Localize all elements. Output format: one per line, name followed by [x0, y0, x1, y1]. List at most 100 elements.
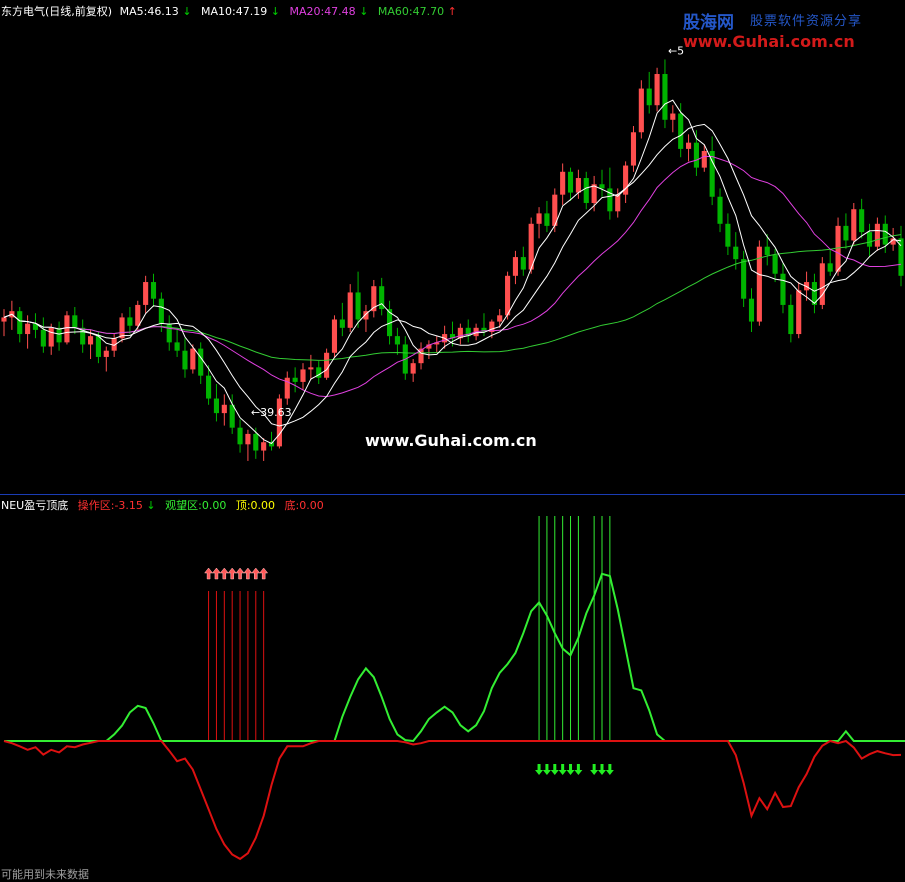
top-label: 顶:0.00 [235, 499, 276, 512]
candle-body [505, 275, 511, 316]
sell-arrow-icon [605, 764, 614, 775]
candle-body [497, 315, 503, 322]
op-zone-label: 操作区:-3.15 [77, 499, 143, 512]
low-price-annotation: ←39.63 [251, 406, 292, 419]
sell-arrow-icon [598, 764, 606, 775]
buy-arrow-icon [235, 567, 245, 580]
sell-arrow-icon [558, 764, 567, 775]
candle-body [520, 257, 526, 270]
candle-body [827, 263, 833, 272]
candle-body [198, 348, 204, 376]
candle-body [25, 323, 31, 335]
candle-body [213, 398, 220, 414]
candle-body [127, 317, 133, 326]
candle-body [748, 298, 755, 322]
candle-body [150, 282, 157, 299]
candle-body [733, 246, 739, 260]
candle-body [331, 319, 338, 353]
candle-body [678, 113, 684, 149]
candle-body [245, 433, 251, 445]
watermark: www.Guhai.com.cn [365, 431, 537, 450]
candle-body [575, 178, 581, 193]
candle-body [796, 290, 802, 335]
candle-body [701, 150, 707, 168]
candle-body [95, 336, 101, 357]
candle-body [536, 213, 542, 224]
logo-url: www.Guhai.com.cn [683, 32, 855, 51]
candle-body [206, 375, 212, 399]
sell-arrow-icon [550, 764, 559, 775]
candle-body [410, 363, 416, 374]
candle-body [583, 178, 589, 203]
candle-body [567, 171, 574, 193]
buy-arrow-icon [243, 567, 253, 580]
candle-body [670, 113, 676, 120]
watch-zone-line [4, 572, 905, 743]
candle-body [221, 404, 227, 414]
ma60-arrow-icon: ↑ [447, 5, 457, 18]
buy-arrow-icon [227, 567, 237, 580]
buy-arrow-icon [204, 567, 214, 580]
candle-body [654, 74, 660, 106]
candle-body [780, 273, 786, 305]
candle-body [190, 348, 196, 370]
candle-body [772, 255, 778, 274]
ma5-label: MA5:46.13 [119, 5, 179, 18]
ma10-label: MA10:47.19 [201, 5, 268, 18]
candle-body [182, 350, 188, 370]
candle-body [882, 223, 888, 245]
ma60-label: MA60:47.70 [377, 5, 445, 18]
candle-body [725, 223, 731, 247]
ma5-arrow-icon: ↓ [182, 5, 192, 18]
indicator-panel [3, 516, 905, 861]
candle-body [17, 311, 23, 335]
buy-arrow-icon [219, 567, 229, 580]
candle-body [308, 367, 314, 370]
sell-arrow-icon [566, 764, 575, 775]
candle-body [874, 223, 880, 247]
candle-body [599, 184, 605, 189]
logo-slogan: 股票软件资源分享 [750, 14, 863, 29]
candle-body [261, 442, 267, 451]
candle-body [1, 317, 7, 322]
candle-body [300, 369, 306, 382]
candle-body [229, 404, 235, 428]
op-arrow-icon: ↓ [146, 499, 156, 512]
sell-arrow-icon [574, 764, 583, 775]
op-zone-line [3, 739, 902, 861]
buy-arrow-icon [211, 567, 221, 580]
candle-body [615, 194, 621, 212]
candle-body [638, 88, 644, 133]
candle-body [544, 213, 550, 226]
candle-body [48, 327, 54, 347]
candle-body [835, 225, 841, 272]
candle-body [64, 315, 70, 343]
candle-body [56, 327, 62, 343]
ma20-label: MA20:47.48 [289, 5, 356, 18]
candle-body [394, 336, 400, 345]
candle-body [685, 142, 692, 149]
candle-body [512, 257, 519, 276]
candle-body [662, 74, 668, 120]
footer-note: 可能用到未来数据 [1, 868, 89, 881]
candle-body [843, 225, 849, 241]
candle-body [355, 292, 361, 320]
candle-body [324, 352, 330, 378]
candle-body [788, 304, 794, 335]
candle-body [135, 304, 141, 326]
candle-body [237, 427, 243, 445]
sell-arrow-icon [542, 764, 551, 775]
candle-body [40, 329, 46, 347]
candle-body [560, 171, 566, 195]
stock-title: 东方电气(日线,前复权) [1, 5, 113, 18]
candle-body [859, 209, 865, 233]
candle-body [292, 377, 298, 382]
sell-arrow-icon [535, 764, 544, 775]
candle-body [866, 232, 873, 247]
ma5-line [3, 99, 902, 445]
candle-body [87, 336, 94, 345]
candle-body [339, 319, 345, 328]
buy-arrow-icon [259, 567, 269, 580]
buy-arrow-icon [251, 567, 261, 580]
indicator-name: NEU盈亏顶底 [1, 499, 69, 512]
